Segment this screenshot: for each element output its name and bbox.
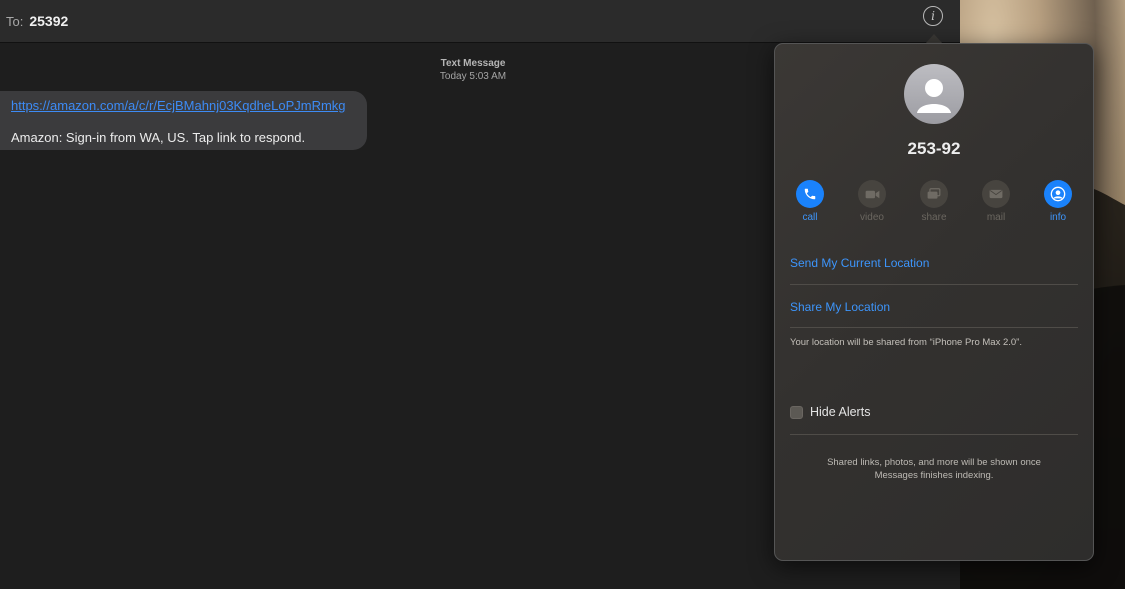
indexing-note: Shared links, photos, and more will be s… bbox=[795, 456, 1073, 482]
avatar bbox=[904, 64, 964, 124]
indexing-note-line: Shared links, photos, and more will be s… bbox=[827, 457, 1041, 468]
message-text: Amazon: Sign-in from WA, US. Tap link to… bbox=[11, 130, 306, 145]
info-action[interactable]: info bbox=[1031, 180, 1085, 223]
send-current-location-button[interactable]: Send My Current Location bbox=[790, 256, 1078, 270]
details-popover: 253-92 call video share mail info Send M… bbox=[774, 43, 1094, 561]
screen-share-icon bbox=[920, 180, 948, 208]
hide-alerts-label: Hide Alerts bbox=[810, 405, 871, 419]
person-silhouette-icon bbox=[917, 79, 951, 113]
indexing-note-line: Messages finishes indexing. bbox=[874, 470, 994, 481]
incoming-message-bubble[interactable]: https://amazon.com/a/c/r/EcjBMahnj03Kqdh… bbox=[0, 91, 367, 150]
call-label: call bbox=[802, 212, 818, 223]
divider bbox=[790, 434, 1078, 435]
info-label: info bbox=[1049, 212, 1067, 223]
info-icon[interactable]: i bbox=[923, 6, 943, 26]
recipient-field[interactable]: 25392 bbox=[29, 13, 68, 29]
location-note: Your location will be shared from “iPhon… bbox=[790, 337, 1022, 348]
hide-alerts-checkbox[interactable] bbox=[790, 405, 803, 419]
message-link[interactable]: https://amazon.com/a/c/r/EcjBMahnj03Kqdh… bbox=[11, 97, 356, 114]
contact-name: 253-92 bbox=[907, 139, 961, 158]
hide-alerts-toggle[interactable]: Hide Alerts bbox=[790, 405, 870, 419]
conversation-header: To: 25392 i bbox=[0, 0, 960, 43]
share-my-location-button[interactable]: Share My Location bbox=[790, 300, 1078, 314]
contact-actions: call video share mail info bbox=[783, 180, 1085, 226]
call-action[interactable]: call bbox=[783, 180, 837, 223]
phone-icon bbox=[796, 180, 824, 208]
share-action: share bbox=[907, 180, 961, 223]
envelope-icon bbox=[982, 180, 1010, 208]
share-label: share bbox=[921, 212, 947, 223]
mail-action: mail bbox=[969, 180, 1023, 223]
to-label: To: bbox=[6, 13, 24, 29]
person-circle-icon bbox=[1044, 180, 1072, 208]
divider bbox=[790, 327, 1078, 328]
video-label: video bbox=[860, 212, 884, 223]
divider bbox=[790, 284, 1078, 285]
mail-label: mail bbox=[986, 212, 1006, 223]
video-action: video bbox=[845, 180, 899, 223]
video-camera-icon bbox=[858, 180, 886, 208]
